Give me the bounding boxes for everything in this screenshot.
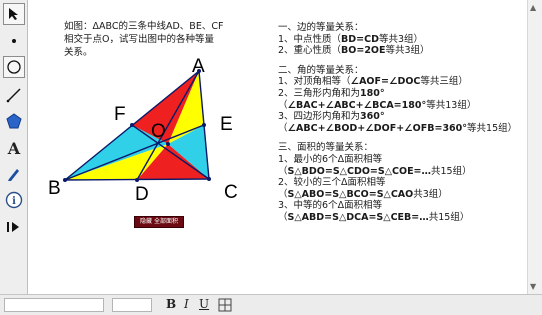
tool-palette: A i: [0, 0, 28, 294]
relation-line: 3、四边形内角和为360°: [278, 111, 385, 123]
relation-line: 2、重心性质（BO=2OE等共3组）: [278, 45, 430, 57]
relation-line: （∠ABC+∠BOD+∠DOF+∠OFB=360°等共15组）: [278, 122, 518, 134]
info-icon: i: [5, 191, 23, 209]
section-title: 三、面积的等量关系：: [278, 142, 374, 154]
relation-line: 1、中点性质（BD=CD等共3组）: [278, 33, 424, 45]
relation-line: （∠BAC+∠ABC+∠BCA=180°等共13组）: [278, 99, 477, 111]
label-D[interactable]: D: [135, 184, 149, 206]
intro-line: 如图：ΔABC的三条中线AD、BE、CF: [64, 21, 224, 32]
label-E[interactable]: E: [220, 114, 233, 136]
relation-line: （S△ABD=S△DCA=S△CEB=…共15组）: [278, 211, 470, 223]
text-tool[interactable]: A: [3, 137, 25, 159]
relation-line: （S△BDO=S△CDO=S△COE=…共15组）: [278, 165, 472, 177]
hide-all-areas-button[interactable]: 隐藏 全部面积: [134, 216, 184, 228]
straightedge-tool[interactable]: [3, 84, 25, 106]
symbol-palette-icon[interactable]: [218, 298, 232, 312]
text-format-bar: B I U: [0, 294, 542, 315]
label-C[interactable]: C: [224, 182, 238, 204]
play-menu-icon: [7, 222, 19, 232]
problem-statement: 如图：ΔABC的三条中线AD、BE、CF 相交于点O，试写出图中的各种等量 关系…: [64, 20, 254, 59]
relation-line: 1、最小的6个Δ面积相等: [278, 153, 383, 165]
polygon-icon: [6, 113, 22, 129]
relation-line: 3、中等的6个Δ面积相等: [278, 200, 383, 212]
label-O[interactable]: O: [151, 121, 166, 143]
label-F[interactable]: F: [114, 104, 126, 126]
font-size-select[interactable]: [112, 298, 152, 312]
point-icon: [12, 39, 16, 43]
custom-tools[interactable]: [3, 216, 25, 238]
pen-icon: [8, 169, 19, 181]
point-tool[interactable]: [3, 30, 25, 52]
label-B[interactable]: B: [48, 178, 61, 200]
underline-button[interactable]: U: [199, 297, 209, 311]
scroll-down-icon[interactable]: ▼: [530, 282, 536, 291]
svg-text:i: i: [12, 196, 16, 207]
relation-line: （S△ABO=S△BCO=S△CAO共3组）: [278, 188, 448, 200]
label-A[interactable]: A: [192, 56, 205, 78]
intro-line: 相交于点O，试写出图中的各种等量: [64, 34, 214, 45]
information-tool[interactable]: i: [3, 189, 25, 211]
intro-line: 关系。: [64, 47, 93, 58]
circle-icon: [7, 60, 21, 74]
bold-button[interactable]: B: [166, 297, 176, 311]
text-A-icon: A: [7, 138, 21, 158]
section-title: 二、角的等量关系：: [278, 64, 364, 76]
compass-tool[interactable]: [3, 56, 25, 78]
scroll-up-icon[interactable]: ▲: [530, 3, 536, 12]
relations-list: 一、边的等量关系： 1、中点性质（BD=CD等共3组） 2、重心性质（BO=2O…: [278, 22, 518, 224]
sketch-canvas[interactable]: 如图：ΔABC的三条中线AD、BE、CF 相交于点O，试写出图中的各种等量 关系…: [28, 0, 528, 294]
relation-line: 2、较小的三个Δ面积相等: [278, 177, 386, 189]
italic-button[interactable]: I: [184, 297, 189, 311]
arrow-icon: [9, 8, 18, 20]
marker-tool[interactable]: [3, 163, 25, 185]
vertical-scrollbar[interactable]: ▲ ▼: [527, 0, 542, 294]
line-icon: [6, 88, 21, 103]
polygon-tool[interactable]: [3, 110, 25, 132]
select-arrow-tool[interactable]: [3, 3, 25, 25]
relation-line: 1、对顶角相等（∠AOF=∠DOC等共三组）: [278, 76, 468, 88]
relation-line: 2、三角形内角和为180°: [278, 87, 385, 99]
section-title: 一、边的等量关系：: [278, 22, 364, 33]
font-family-select[interactable]: [4, 298, 104, 312]
